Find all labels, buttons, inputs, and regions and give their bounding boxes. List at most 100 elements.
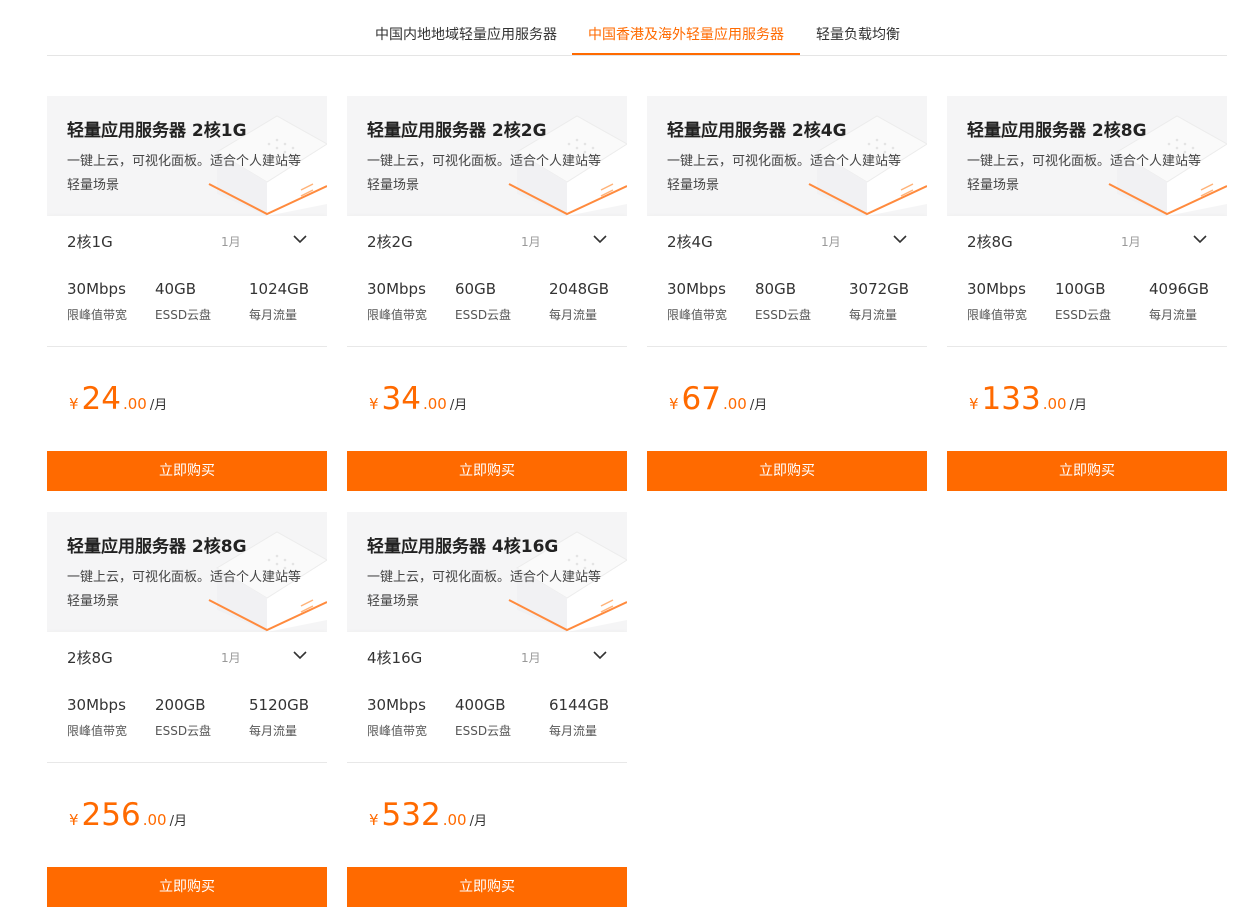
price-integer: 532 <box>381 797 441 833</box>
traffic-label: 每月流量 <box>549 308 598 322</box>
price-row: ¥24.00/月 <box>47 347 327 451</box>
buy-now-button[interactable]: 立即购买 <box>347 451 627 491</box>
period-value: 1月 <box>1121 235 1141 249</box>
price-integer: 67 <box>681 381 721 417</box>
bandwidth-label: 限峰值带宽 <box>67 724 128 738</box>
disk-label: ESSD云盘 <box>755 308 812 322</box>
buy-now-button[interactable]: 立即购买 <box>47 451 327 491</box>
traffic-value: 5120GB <box>249 696 310 714</box>
bandwidth-metric: 30Mbps 限峰值带宽 <box>367 280 427 323</box>
buy-now-button[interactable]: 立即购买 <box>347 867 627 907</box>
bandwidth-metric: 30Mbps 限峰值带宽 <box>667 280 727 323</box>
card-title: 轻量应用服务器 2核8G <box>67 537 247 557</box>
price-unit: /月 <box>749 398 768 413</box>
traffic-value: 1024GB <box>249 280 310 298</box>
traffic-value: 4096GB <box>1149 280 1210 298</box>
price-unit: /月 <box>449 398 468 413</box>
traffic-value: 6144GB <box>549 696 610 714</box>
card-title: 轻量应用服务器 4核16G <box>367 537 559 557</box>
bandwidth-metric: 30Mbps 限峰值带宽 <box>67 280 127 323</box>
disk-metric: 60GB ESSD云盘 <box>455 280 511 323</box>
disk-metric: 400GB ESSD云盘 <box>455 696 511 739</box>
price-currency: ¥ <box>369 811 379 829</box>
disk-value: 400GB <box>455 696 506 714</box>
period-value: 1月 <box>221 235 241 249</box>
card-header: 轻量应用服务器 2核8G 一键上云，可视化面板。适合个人建站等轻量场景 2核8G… <box>947 96 1227 264</box>
period-value: 1月 <box>221 651 241 665</box>
card-title: 轻量应用服务器 2核1G <box>67 121 247 141</box>
spec-metrics: 30Mbps 限峰值带宽 400GB ESSD云盘 6144GB 每月流量 <box>347 680 627 763</box>
price-integer: 256 <box>81 797 141 833</box>
price-decimal: .00 <box>723 395 747 413</box>
chevron-down-icon <box>593 651 607 660</box>
product-card: 轻量应用服务器 2核8G 一键上云，可视化面板。适合个人建站等轻量场景 2核8G… <box>47 512 327 907</box>
disk-metric: 200GB ESSD云盘 <box>155 696 211 739</box>
price-decimal: .00 <box>123 395 147 413</box>
active-tab-indicator <box>572 53 800 55</box>
bandwidth-value: 30Mbps <box>367 696 426 714</box>
price-currency: ¥ <box>69 395 79 413</box>
price-decimal: .00 <box>442 811 467 829</box>
buy-now-button[interactable]: 立即购买 <box>47 867 327 907</box>
tab-mainland[interactable]: 中国内地地域轻量应用服务器 <box>375 24 557 44</box>
price: ¥256.00/月 <box>69 797 187 833</box>
bandwidth-value: 30Mbps <box>667 280 726 298</box>
disk-value: 80GB <box>755 280 797 298</box>
price-row: ¥133.00/月 <box>947 347 1227 451</box>
spec-dropdown[interactable]: 2核8G 1月 <box>47 632 327 680</box>
price: ¥532.00/月 <box>369 797 487 833</box>
product-card: 轻量应用服务器 2核2G 一键上云，可视化面板。适合个人建站等轻量场景 2核2G… <box>347 96 627 491</box>
traffic-label: 每月流量 <box>549 724 598 738</box>
card-description: 一键上云，可视化面板。适合个人建站等轻量场景 <box>667 154 902 193</box>
price-integer: 24 <box>81 381 121 417</box>
buy-now-button[interactable]: 立即购买 <box>647 451 927 491</box>
disk-label: ESSD云盘 <box>1055 308 1112 322</box>
price-decimal: .00 <box>423 395 447 413</box>
spec-dropdown[interactable]: 2核1G 1月 <box>47 216 327 264</box>
price: ¥24.00/月 <box>69 381 167 417</box>
spec-value: 2核8G <box>967 233 1013 251</box>
spec-dropdown[interactable]: 4核16G 1月 <box>347 632 627 680</box>
spec-dropdown[interactable]: 2核4G 1月 <box>647 216 927 264</box>
product-card: 轻量应用服务器 2核4G 一键上云，可视化面板。适合个人建站等轻量场景 2核4G… <box>647 96 927 491</box>
chevron-down-icon <box>593 235 607 244</box>
spec-dropdown[interactable]: 2核8G 1月 <box>947 216 1227 264</box>
disk-metric: 80GB ESSD云盘 <box>755 280 811 323</box>
bandwidth-value: 30Mbps <box>967 280 1026 298</box>
card-description: 一键上云，可视化面板。适合个人建站等轻量场景 <box>967 154 1202 193</box>
disk-value: 100GB <box>1055 280 1106 298</box>
price-unit: /月 <box>149 398 168 413</box>
chevron-down-icon <box>293 235 307 244</box>
tab-load-balancer[interactable]: 轻量负载均衡 <box>816 24 900 44</box>
spec-metrics: 30Mbps 限峰值带宽 60GB ESSD云盘 2048GB 每月流量 <box>347 264 627 347</box>
bandwidth-label: 限峰值带宽 <box>367 308 428 322</box>
price-integer: 133 <box>981 381 1041 417</box>
period-value: 1月 <box>521 651 541 665</box>
buy-now-button[interactable]: 立即购买 <box>947 451 1227 491</box>
spec-dropdown[interactable]: 2核2G 1月 <box>347 216 627 264</box>
traffic-metric: 6144GB 每月流量 <box>549 696 609 739</box>
card-description: 一键上云，可视化面板。适合个人建站等轻量场景 <box>367 154 602 193</box>
price-row: ¥532.00/月 <box>347 763 627 867</box>
product-card: 轻量应用服务器 2核8G 一键上云，可视化面板。适合个人建站等轻量场景 2核8G… <box>947 96 1227 491</box>
bandwidth-label: 限峰值带宽 <box>967 308 1028 322</box>
price-decimal: .00 <box>1042 395 1067 413</box>
traffic-metric: 3072GB 每月流量 <box>849 280 909 323</box>
traffic-metric: 2048GB 每月流量 <box>549 280 609 323</box>
price-row: ¥256.00/月 <box>47 763 327 867</box>
chevron-down-icon <box>1193 235 1207 244</box>
price-currency: ¥ <box>369 395 379 413</box>
chevron-down-icon <box>293 651 307 660</box>
spec-value: 2核8G <box>67 649 113 667</box>
spec-metrics: 30Mbps 限峰值带宽 80GB ESSD云盘 3072GB 每月流量 <box>647 264 927 347</box>
card-header: 轻量应用服务器 2核2G 一键上云，可视化面板。适合个人建站等轻量场景 2核2G… <box>347 96 627 264</box>
tab-hongkong-overseas[interactable]: 中国香港及海外轻量应用服务器 <box>588 24 784 44</box>
disk-metric: 100GB ESSD云盘 <box>1055 280 1111 323</box>
traffic-metric: 5120GB 每月流量 <box>249 696 309 739</box>
traffic-metric: 4096GB 每月流量 <box>1149 280 1209 323</box>
disk-label: ESSD云盘 <box>155 308 212 322</box>
bandwidth-metric: 30Mbps 限峰值带宽 <box>67 696 127 739</box>
card-description: 一键上云，可视化面板。适合个人建站等轻量场景 <box>67 570 302 609</box>
traffic-value: 3072GB <box>849 280 910 298</box>
price-unit: /月 <box>1069 398 1087 413</box>
